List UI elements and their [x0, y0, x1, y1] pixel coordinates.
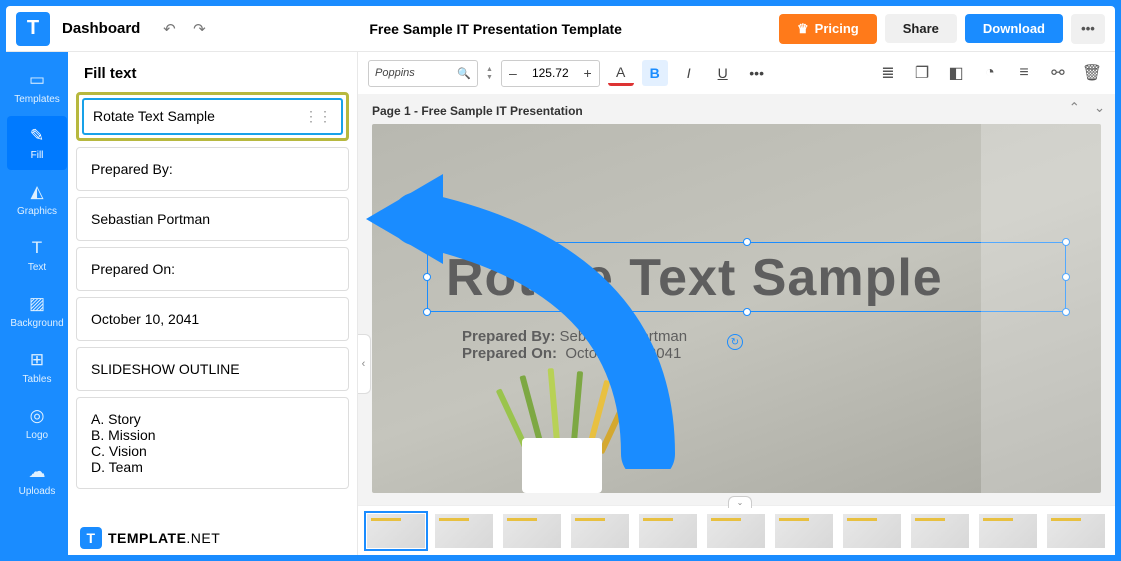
- slide-thumbnail[interactable]: [978, 513, 1038, 549]
- topbar: T Dashboard ↶ ↷ Free Sample IT Presentat…: [6, 6, 1115, 52]
- size-decrease-button[interactable]: –: [502, 61, 524, 86]
- document-title: Free Sample IT Presentation Template: [212, 21, 779, 37]
- tables-icon: ⊞: [30, 350, 44, 370]
- sidebar-item-fill[interactable]: ✎Fill: [7, 116, 67, 170]
- link-icon[interactable]: ⚯: [1045, 60, 1071, 86]
- more-button[interactable]: •••: [1071, 14, 1105, 44]
- text-icon: T: [32, 238, 42, 258]
- sidebar-item-background[interactable]: ▨Background: [7, 284, 67, 338]
- fill-item[interactable]: SLIDESHOW OUTLINE: [76, 347, 349, 391]
- page-up-button[interactable]: ⌃: [1069, 100, 1080, 116]
- page-handle[interactable]: ⌄: [728, 496, 752, 508]
- selection-box[interactable]: Rotate Text Sample: [427, 242, 1066, 312]
- more-format-button[interactable]: •••: [744, 60, 770, 86]
- text-toolbar: Poppins 🔍 ▲▼ – 125.72 + A B I U ••• ≣ ❐ …: [358, 52, 1115, 94]
- font-selector[interactable]: Poppins 🔍: [368, 60, 478, 87]
- crown-icon: ♛: [797, 21, 809, 37]
- italic-button[interactable]: I: [676, 60, 702, 86]
- underline-button[interactable]: U: [710, 60, 736, 86]
- panel-header: Fill text: [68, 52, 357, 92]
- slide-thumbnail[interactable]: [774, 513, 834, 549]
- templates-icon: ▭: [29, 70, 45, 90]
- slide-thumbnail[interactable]: [638, 513, 698, 549]
- fill-item-selected[interactable]: Rotate Text Sample ⋮⋮: [76, 92, 349, 141]
- app-logo[interactable]: T: [16, 12, 50, 46]
- sidebar-item-templates[interactable]: ▭Templates: [7, 60, 67, 114]
- background-icon: ▨: [29, 294, 45, 314]
- search-icon: 🔍: [457, 67, 471, 80]
- slide-metadata: Prepared By: Sebastian Portman Prepared …: [462, 328, 687, 362]
- delete-icon[interactable]: 🗑: [1079, 60, 1105, 86]
- slide-canvas[interactable]: Rotate Text Sample Prepared By: Sebastia…: [372, 124, 1101, 493]
- decor-pencil-cup: [492, 373, 672, 493]
- slide-thumbnail[interactable]: [910, 513, 970, 549]
- rotate-handle-icon[interactable]: ↻: [727, 334, 743, 350]
- fill-item-text: Rotate Text Sample: [93, 108, 215, 124]
- fill-item[interactable]: Sebastian Portman: [76, 197, 349, 241]
- slide-thumbnail[interactable]: [706, 513, 766, 549]
- thumbnail-strip: ⌄: [358, 505, 1115, 555]
- fill-text-panel: Fill text Rotate Text Sample ⋮⋮ Prepared…: [68, 52, 358, 555]
- template-brand: T TEMPLATE.NET: [80, 527, 220, 549]
- graphics-icon: ◭: [30, 182, 43, 202]
- text-color-button[interactable]: A: [608, 60, 634, 86]
- page-down-button[interactable]: ⌄: [1094, 100, 1105, 116]
- fill-item[interactable]: October 10, 2041: [76, 297, 349, 341]
- uploads-icon: ☁: [29, 462, 46, 482]
- bold-button[interactable]: B: [642, 60, 668, 86]
- slide-thumbnail[interactable]: [434, 513, 494, 549]
- pencil-icon: ✎: [30, 126, 44, 146]
- sidebar-item-logo[interactable]: ◎Logo: [7, 396, 67, 450]
- sidebar-item-text[interactable]: TText: [7, 228, 67, 282]
- left-rail: ▭Templates ✎Fill ◭Graphics TText ▨Backgr…: [6, 52, 68, 555]
- size-increase-button[interactable]: +: [577, 61, 599, 86]
- logo-icon: ◎: [30, 406, 45, 426]
- pricing-button[interactable]: ♛ Pricing: [779, 14, 877, 44]
- layer-icon[interactable]: ◧: [943, 60, 969, 86]
- font-size-box: – 125.72 +: [501, 60, 600, 87]
- font-size-value[interactable]: 125.72: [524, 66, 577, 80]
- slide-thumbnail[interactable]: [366, 513, 426, 549]
- slide-thumbnail[interactable]: [1046, 513, 1106, 549]
- page-nav: ⌃ ⌄: [1069, 100, 1105, 116]
- sidebar-item-tables[interactable]: ⊞Tables: [7, 340, 67, 394]
- fill-item[interactable]: Prepared On:: [76, 247, 349, 291]
- canvas-area[interactable]: Page 1 - Free Sample IT Presentation ⌃ ⌄…: [358, 94, 1115, 505]
- undo-button[interactable]: ↶: [156, 16, 182, 42]
- slide-thumbnail[interactable]: [842, 513, 902, 549]
- page-label: Page 1 - Free Sample IT Presentation: [372, 104, 583, 118]
- download-button[interactable]: Download: [965, 14, 1063, 43]
- slide-thumbnail[interactable]: [570, 513, 630, 549]
- copy-icon[interactable]: ❐: [909, 60, 935, 86]
- share-button[interactable]: Share: [885, 14, 957, 43]
- fill-item[interactable]: Prepared By:: [76, 147, 349, 191]
- align-icon[interactable]: ≡: [1011, 60, 1037, 86]
- sidebar-item-graphics[interactable]: ◭Graphics: [7, 172, 67, 226]
- filter-icon[interactable]: ≣: [875, 60, 901, 86]
- slide-title[interactable]: Rotate Text Sample: [428, 243, 1065, 313]
- collapse-panel-button[interactable]: ‹: [358, 334, 371, 394]
- opacity-icon[interactable]: ◔: [977, 60, 1003, 86]
- redo-button[interactable]: ↷: [186, 16, 212, 42]
- brand-icon: T: [80, 527, 102, 549]
- fill-item[interactable]: A. Story B. Mission C. Vision D. Team: [76, 397, 349, 489]
- slide-thumbnail[interactable]: [502, 513, 562, 549]
- page-name[interactable]: Dashboard: [62, 20, 140, 37]
- sidebar-item-uploads[interactable]: ☁Uploads: [7, 452, 67, 506]
- drag-handle-icon[interactable]: ⋮⋮: [304, 108, 332, 125]
- font-stepper[interactable]: ▲▼: [486, 66, 493, 81]
